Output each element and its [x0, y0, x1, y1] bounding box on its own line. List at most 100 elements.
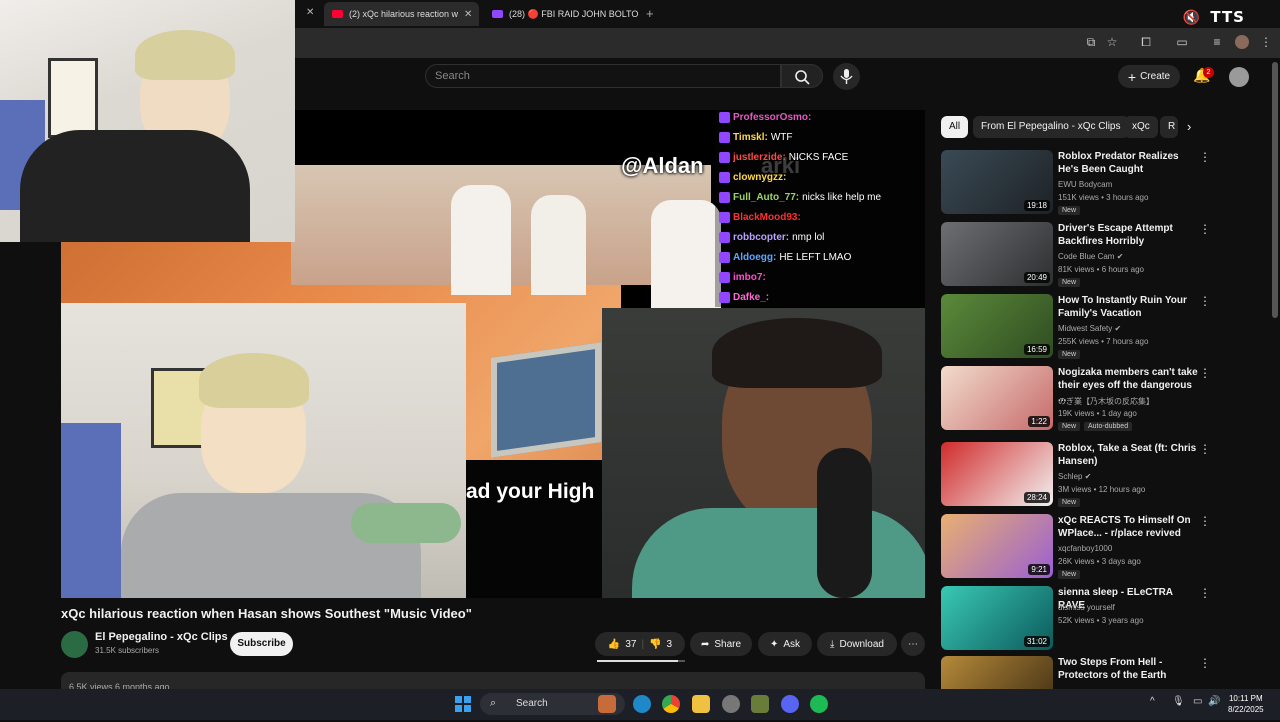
- chat-message: imbo7:: [719, 272, 769, 283]
- more-vert-icon[interactable]: ⋮: [1199, 656, 1211, 670]
- chip-related[interactable]: R: [1160, 116, 1178, 138]
- duration-badge: 1:22: [1028, 416, 1050, 427]
- more-vert-icon[interactable]: ⋮: [1199, 366, 1211, 380]
- address-bar[interactable]: [295, 28, 1280, 58]
- rec-channel[interactable]: のぎ業【乃木坂の反応集】: [1058, 396, 1154, 407]
- chat-badge-icon: [719, 212, 730, 223]
- chevron-right-icon[interactable]: ›: [1187, 119, 1191, 134]
- search-button[interactable]: [781, 64, 823, 88]
- volume-icon[interactable]: 🔊: [1208, 696, 1220, 707]
- cast-icon[interactable]: ▭: [1175, 35, 1189, 49]
- more-vert-icon[interactable]: ⋮: [1199, 294, 1211, 308]
- chevron-up-icon[interactable]: ^: [1150, 696, 1155, 707]
- recommendation-card[interactable]: 1:22 Nogizaka members can't take their ey…: [941, 366, 1211, 432]
- chip-xqc[interactable]: xQc: [1124, 116, 1158, 138]
- spotify-icon[interactable]: [810, 695, 828, 713]
- video-thumbnail[interactable]: 31:02: [941, 586, 1053, 650]
- more-vert-icon[interactable]: ⋮: [1199, 586, 1211, 600]
- auto-dubbed-badge: Auto-dubbed: [1084, 422, 1133, 431]
- more-vert-icon[interactable]: ⋮: [1199, 150, 1211, 164]
- discord-icon[interactable]: [781, 695, 799, 713]
- recommendation-card[interactable]: 28:24 Roblox, Take a Seat (ft: Chris Hans…: [941, 442, 1211, 508]
- recommendation-card[interactable]: 20:49 Driver's Escape Attempt Backfires H…: [941, 222, 1211, 288]
- more-vert-icon[interactable]: ⋮: [1199, 442, 1211, 456]
- account-avatar[interactable]: [1229, 67, 1249, 87]
- video-thumbnail[interactable]: 1:22: [941, 366, 1053, 430]
- new-badge: New: [1058, 278, 1081, 287]
- subscribe-button[interactable]: Subscribe: [230, 632, 293, 656]
- more-actions-button[interactable]: ⋯: [901, 632, 925, 656]
- windows-start-icon[interactable]: [455, 696, 471, 712]
- tab-youtube[interactable]: (2) xQc hilarious reaction w ✕: [324, 2, 479, 26]
- share-label: Share: [714, 638, 742, 650]
- settings-icon[interactable]: [722, 695, 740, 713]
- video-thumbnail[interactable]: 19:18: [941, 150, 1053, 214]
- recommendation-card[interactable]: 31:02 sienna sleep - ELeCTRA RAVE dismiss …: [941, 586, 1211, 652]
- thumbs-up-icon[interactable]: 👍: [608, 639, 620, 650]
- video-thumbnail[interactable]: 28:24: [941, 442, 1053, 506]
- edge-icon[interactable]: [633, 695, 651, 713]
- star-icon[interactable]: ☆: [1105, 35, 1119, 49]
- rec-title[interactable]: How To Instantly Ruin Your Family's Vaca…: [1058, 294, 1198, 320]
- recommendation-card[interactable]: 16:59 How To Instantly Ruin Your Family's…: [941, 294, 1211, 360]
- folder-icon[interactable]: [692, 695, 710, 713]
- tab-twitch[interactable]: (28) 🔴 FBI RAID JOHN BOLTON ✕: [484, 2, 639, 26]
- video-thumbnail[interactable]: 16:59: [941, 294, 1053, 358]
- app-icon[interactable]: [751, 695, 769, 713]
- chip-all[interactable]: All: [941, 116, 969, 138]
- recommendation-card[interactable]: 9:21 xQc REACTS To Himself On WPlace... -…: [941, 514, 1211, 580]
- rec-channel[interactable]: dismiss yourself: [1058, 603, 1115, 612]
- rec-title[interactable]: Two Steps From Hell - Protectors of the …: [1058, 656, 1198, 682]
- duration-badge: 28:24: [1023, 492, 1050, 503]
- more-vert-icon[interactable]: ⋮: [1199, 514, 1211, 528]
- extensions-icon[interactable]: ⧠: [1139, 35, 1153, 49]
- channel-name[interactable]: El Pepegalino - xQc Clips: [95, 631, 228, 643]
- menu-dots-icon[interactable]: ⋮: [1259, 35, 1273, 49]
- dislike-count[interactable]: 3: [667, 639, 673, 650]
- network-icon[interactable]: ▭: [1193, 696, 1202, 707]
- thumbs-down-icon[interactable]: 👎: [649, 639, 661, 650]
- rec-channel[interactable]: Code Blue Cam ✔: [1058, 252, 1123, 261]
- mic-tray-icon[interactable]: 🎙: [1172, 696, 1185, 707]
- rec-title[interactable]: Roblox Predator Realizes He's Been Caugh…: [1058, 150, 1198, 176]
- rec-title[interactable]: Driver's Escape Attempt Backfires Horrib…: [1058, 222, 1198, 248]
- ask-button[interactable]: ✦ Ask: [758, 632, 812, 656]
- chrome-icon[interactable]: [662, 695, 680, 713]
- media-icon[interactable]: ≡: [1210, 35, 1224, 49]
- rec-channel[interactable]: Schlep ✔: [1058, 472, 1091, 481]
- share-button[interactable]: ➦ Share: [690, 632, 752, 656]
- rec-title[interactable]: Roblox, Take a Seat (ft: Chris Hansen): [1058, 442, 1198, 468]
- taskbar-clock[interactable]: 10:11 PM 8/22/2025: [1228, 693, 1264, 715]
- new-badge: New: [1058, 570, 1081, 579]
- mic-button[interactable]: [833, 63, 860, 90]
- rec-channel[interactable]: xqcfanboy1000: [1058, 544, 1112, 553]
- create-button[interactable]: + Create: [1118, 65, 1180, 88]
- video-thumbnail[interactable]: 20:49: [941, 222, 1053, 286]
- chat-badge-icon: [719, 272, 730, 283]
- chip-channel[interactable]: From El Pepegalino - xQc Clips: [973, 116, 1129, 138]
- rec-channel[interactable]: Midwest Safety ✔: [1058, 324, 1121, 333]
- chat-badge-icon: [719, 292, 730, 303]
- description-box[interactable]: [61, 672, 925, 689]
- channel-avatar[interactable]: [61, 631, 88, 658]
- close-icon[interactable]: ✕: [464, 9, 472, 20]
- rec-meta: 151K views • 3 hours ago: [1058, 193, 1149, 202]
- close-icon[interactable]: ✕: [306, 7, 314, 18]
- chat-message: Full_Auto_77: nicks like help me: [719, 192, 881, 203]
- new-badge: New: [1058, 498, 1081, 507]
- recommendation-card[interactable]: 19:18 Roblox Predator Realizes He's Been …: [941, 150, 1211, 216]
- search-input[interactable]: Search: [425, 64, 781, 88]
- scrollbar[interactable]: [1272, 62, 1278, 318]
- install-icon[interactable]: ⧉: [1084, 35, 1098, 49]
- video-thumbnail[interactable]: 9:21: [941, 514, 1053, 578]
- rec-channel[interactable]: EWU Bodycam: [1058, 180, 1112, 189]
- more-vert-icon[interactable]: ⋮: [1199, 222, 1211, 236]
- game-icon[interactable]: [598, 695, 616, 713]
- like-count[interactable]: 37: [625, 639, 636, 650]
- chat-badge-icon: [719, 112, 730, 123]
- download-button[interactable]: ⤓ Download: [817, 632, 897, 656]
- profile-avatar[interactable]: [1235, 35, 1249, 49]
- tab-label: (2) xQc hilarious reaction w: [349, 9, 459, 19]
- new-tab-button[interactable]: +: [646, 6, 654, 21]
- rec-title[interactable]: xQc REACTS To Himself On WPlace... - r/p…: [1058, 514, 1198, 540]
